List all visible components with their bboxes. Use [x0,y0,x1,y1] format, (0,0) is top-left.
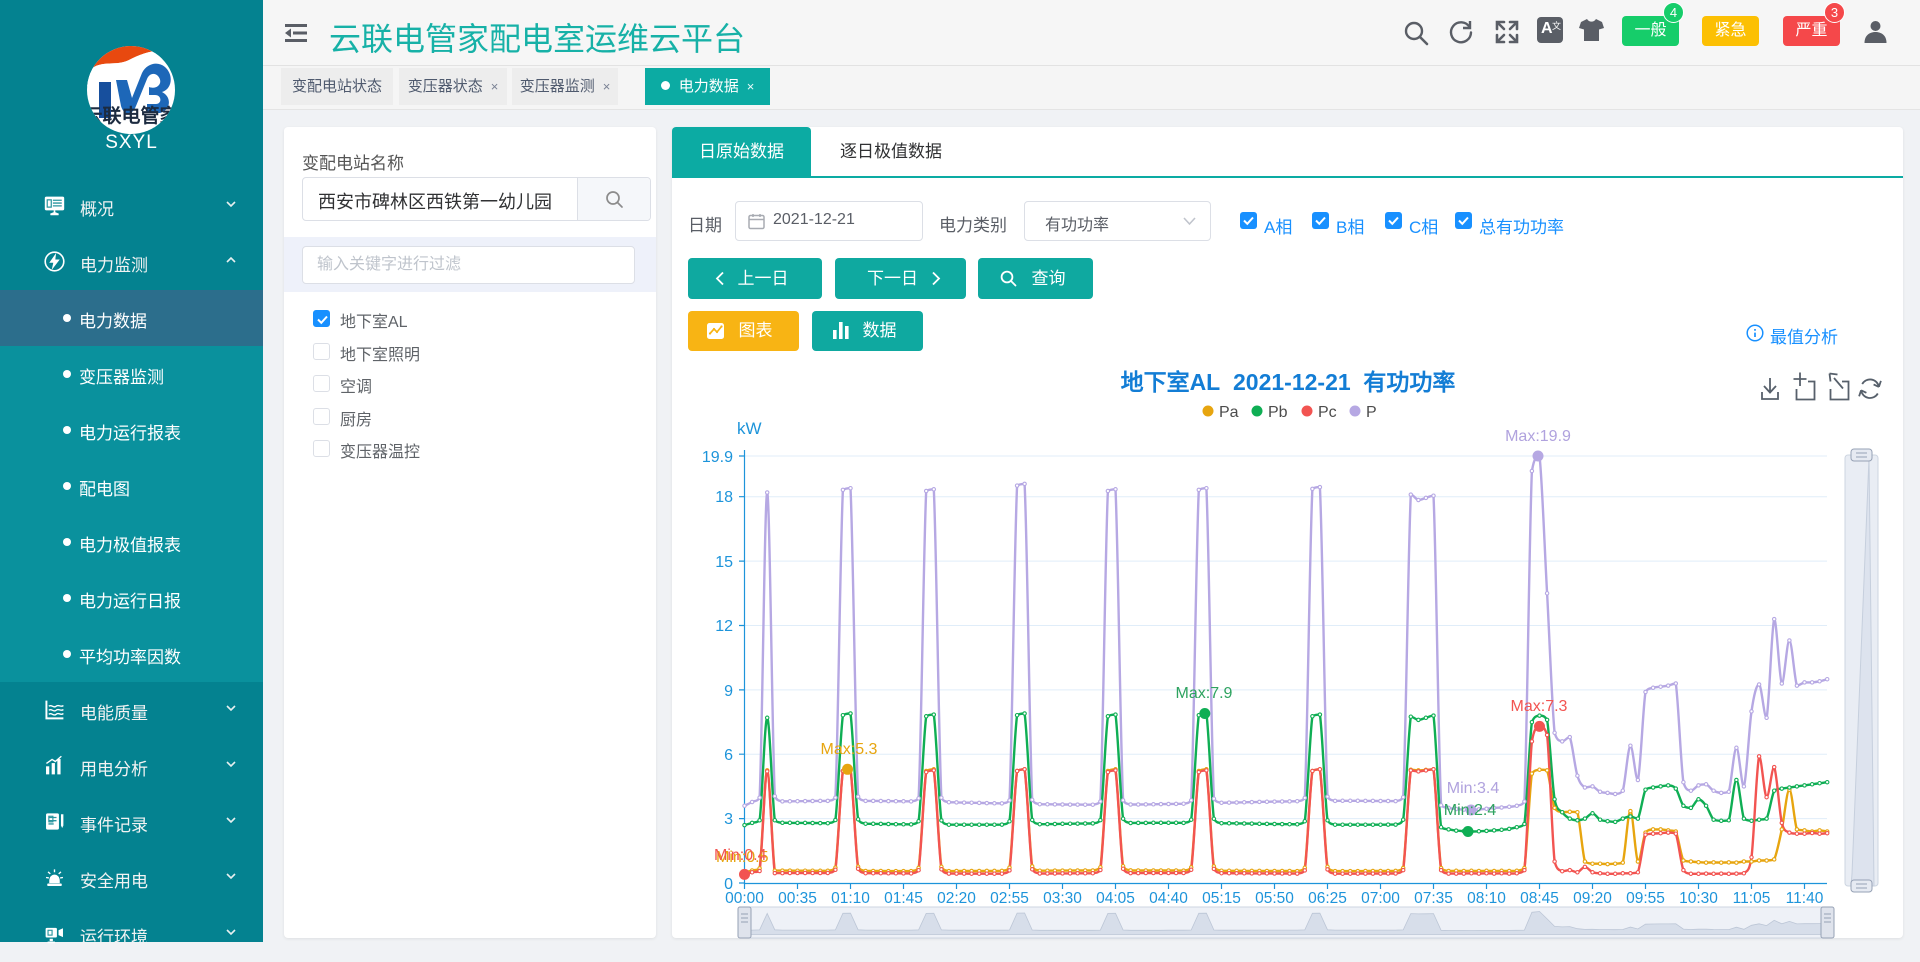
svg-text:云联电管家: 云联电管家 [87,104,175,127]
